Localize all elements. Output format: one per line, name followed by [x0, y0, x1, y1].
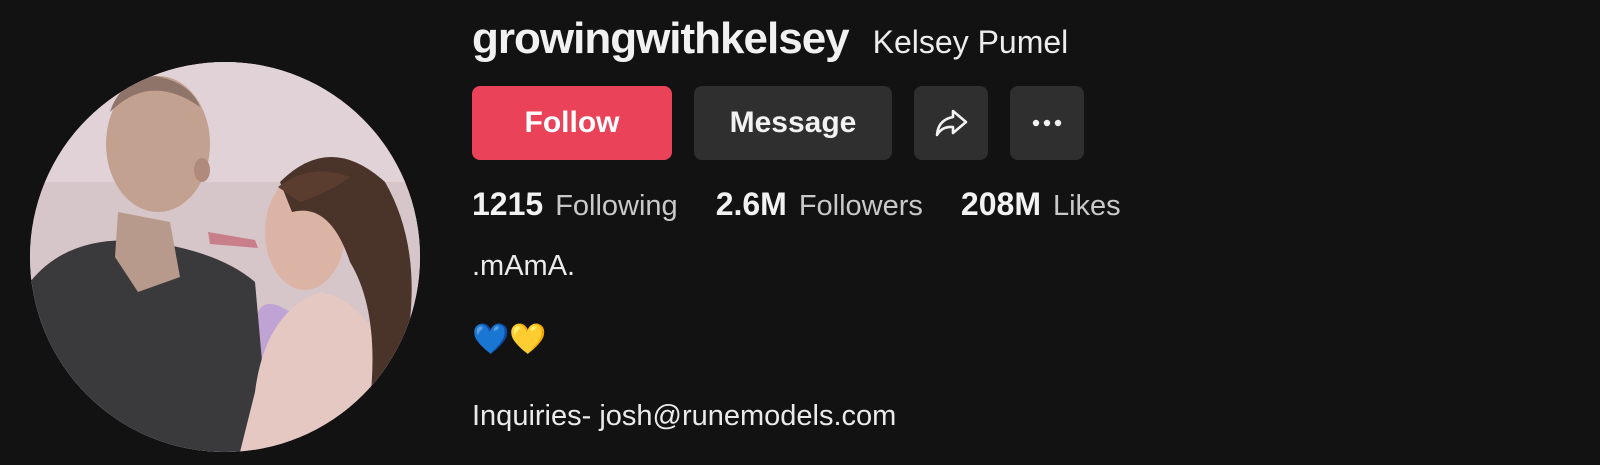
action-buttons: Follow Message [472, 86, 1084, 160]
username: growingwithkelsey [472, 14, 850, 63]
stat-following[interactable]: 1215 Following [472, 186, 678, 223]
profile-header: growingwithkelsey Kelsey Pumel Follow Me… [0, 0, 1600, 465]
bio-inquiries: Inquiries- josh@runemodels.com [472, 400, 897, 432]
bio-line: .mAmA. [472, 250, 576, 282]
more-button[interactable] [1010, 86, 1084, 160]
message-button-label: Message [729, 106, 857, 139]
share-button[interactable] [914, 86, 988, 160]
avatar[interactable] [30, 62, 420, 452]
following-count: 1215 [472, 186, 544, 222]
name-row: growingwithkelsey Kelsey Pumel [472, 14, 1068, 64]
following-label: Following [555, 190, 678, 222]
stat-likes: 208M Likes [961, 186, 1121, 223]
follow-button-label: Follow [524, 106, 620, 139]
stat-followers[interactable]: 2.6M Followers [716, 186, 923, 223]
followers-count: 2.6M [715, 186, 787, 222]
profile-info: growingwithkelsey Kelsey Pumel Follow Me… [472, 0, 1600, 465]
bio-emoji-line: 💙💛 [472, 323, 547, 356]
likes-count: 208M [960, 186, 1041, 222]
followers-label: Followers [798, 190, 923, 222]
likes-label: Likes [1052, 190, 1121, 222]
follow-button[interactable]: Follow [472, 86, 672, 160]
display-name: Kelsey Pumel [872, 24, 1069, 60]
message-button[interactable]: Message [694, 86, 892, 160]
stats-row: 1215 Following 2.6M Followers 208M Likes [472, 186, 1121, 223]
share-arrow-icon [935, 109, 968, 137]
avatar-image [30, 62, 420, 452]
more-dots-icon [1032, 119, 1062, 127]
